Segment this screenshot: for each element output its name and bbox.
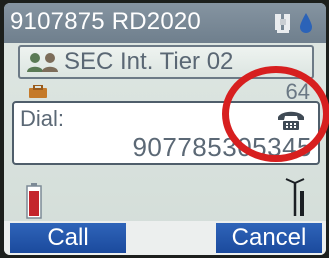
softkey-bar: Call Cancel bbox=[4, 221, 326, 255]
status-bar: 9107875 RD2020 bbox=[4, 3, 326, 43]
status-icons bbox=[272, 11, 316, 35]
cancel-softkey[interactable]: Cancel bbox=[216, 223, 322, 253]
highlight-circle bbox=[222, 66, 329, 162]
group-icon bbox=[27, 53, 58, 72]
battery-icon bbox=[26, 183, 42, 219]
dial-label: Dial: bbox=[20, 106, 65, 131]
signal-strength-icon bbox=[285, 178, 305, 216]
device-title: 9107875 RD2020 bbox=[10, 8, 201, 35]
call-softkey[interactable]: Call bbox=[10, 223, 126, 253]
water-drop-icon bbox=[300, 13, 312, 33]
talkgroup-name: SEC Int. Tier 02 bbox=[64, 48, 234, 75]
briefcase-icon bbox=[29, 85, 47, 98]
gps-icon bbox=[275, 14, 290, 33]
